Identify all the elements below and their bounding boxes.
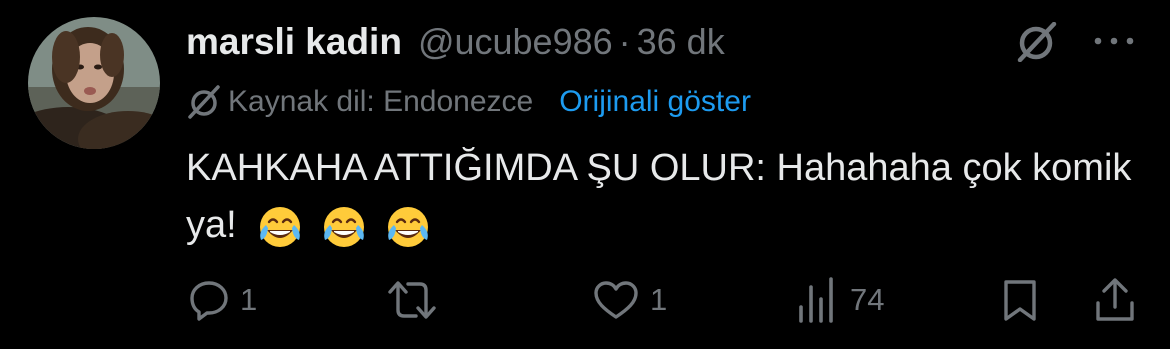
emoji-group	[255, 202, 447, 252]
tweet-text: KAHKAHA ATTIĞIMDA ŞU OLUR: Hahahaha çok …	[186, 140, 1146, 254]
translation-row: Kaynak dil: Endonezce Orijinali göster	[186, 82, 751, 122]
tears-of-joy-emoji	[260, 206, 301, 247]
separator-dot: ·	[618, 21, 631, 62]
heart-icon	[594, 281, 638, 319]
avatar[interactable]	[28, 17, 160, 149]
tears-of-joy-emoji	[324, 206, 365, 247]
like-button[interactable]: 1	[592, 278, 667, 322]
tweet-actions: 1 1 74	[0, 272, 1170, 332]
source-language-label: Kaynak dil: Endonezce	[228, 85, 534, 118]
display-name[interactable]: marsli kadin	[186, 21, 402, 63]
tweet[interactable]: marsli kadin @ucube986 · 36 dk Kaynak di…	[0, 0, 1170, 349]
more-dots-icon[interactable]	[1090, 34, 1138, 48]
share-icon	[1096, 278, 1134, 321]
show-original-link[interactable]: Orijinali göster	[559, 85, 751, 119]
timestamp[interactable]: 36 dk	[637, 21, 725, 63]
translate-icon	[186, 85, 222, 119]
reply-count: 1	[240, 282, 258, 317]
views-count: 74	[850, 282, 885, 317]
like-count: 1	[650, 282, 668, 317]
tweet-header: marsli kadin @ucube986 · 36 dk	[186, 14, 725, 70]
user-handle[interactable]: @ucube986	[418, 21, 613, 63]
reply-button[interactable]: 1	[188, 278, 257, 322]
bookmark-icon	[1004, 280, 1036, 321]
views-bar-chart-icon	[799, 277, 833, 323]
views-button[interactable]: 74	[796, 277, 885, 323]
bookmark-button[interactable]	[1000, 278, 1040, 322]
retweet-button[interactable]	[384, 278, 450, 322]
share-button[interactable]	[1094, 278, 1136, 322]
reply-icon	[190, 281, 228, 321]
grok-icon[interactable]	[1014, 21, 1058, 63]
retweet-icon	[388, 281, 436, 319]
tears-of-joy-emoji	[388, 206, 429, 247]
